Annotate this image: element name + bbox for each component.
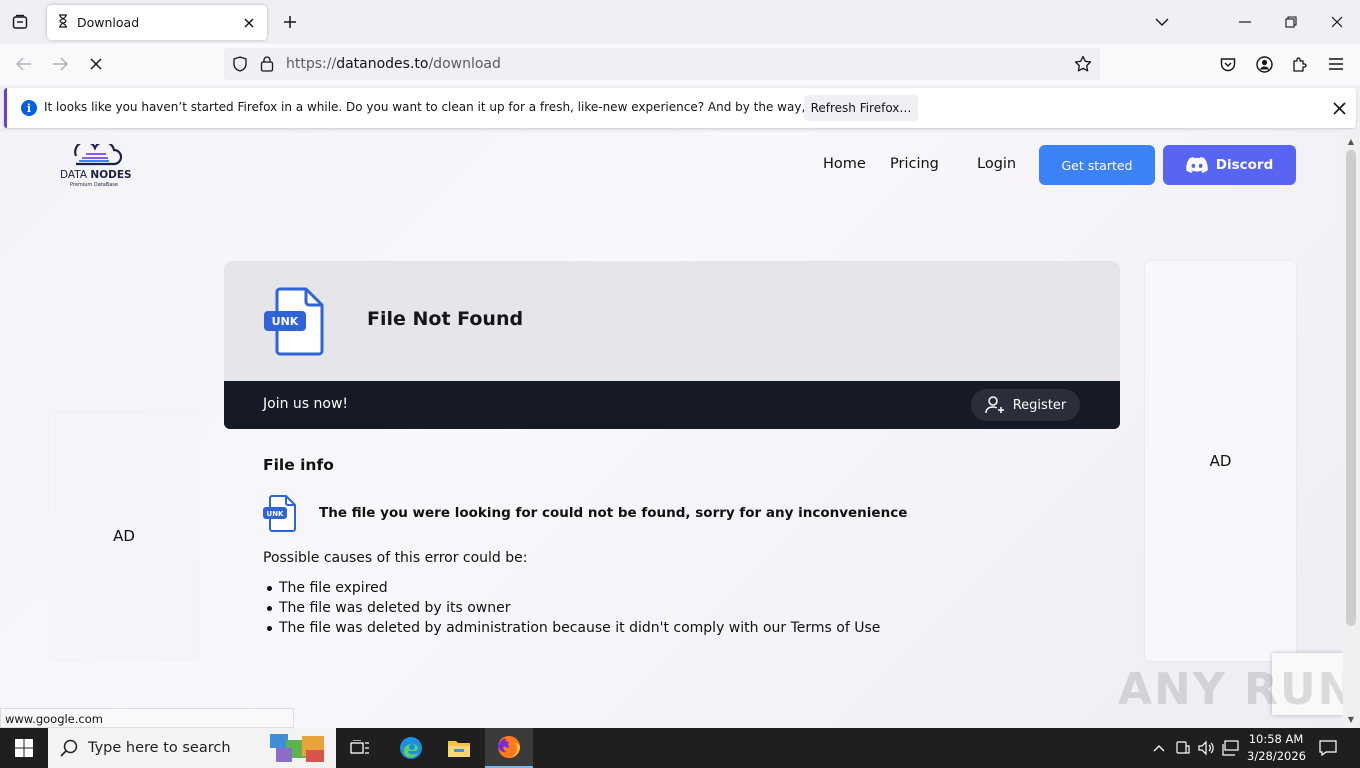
nav-login[interactable]: Login	[977, 156, 1016, 172]
anyrun-watermark: ANY RUN	[1118, 664, 1343, 715]
url-prefix: https://	[286, 56, 337, 72]
url-bar[interactable]: https://datanodes.to/download	[224, 48, 1100, 80]
pocket-icon[interactable]	[1216, 52, 1240, 76]
register-button[interactable]: Register	[971, 389, 1080, 421]
close-window-icon[interactable]	[1325, 10, 1349, 34]
scrollbar-thumb[interactable]	[1346, 150, 1356, 626]
list-item: The file was deleted by administration b…	[263, 618, 880, 638]
refresh-firefox-button[interactable]: Refresh Firefox…	[804, 95, 918, 121]
ad-left-label: AD	[113, 527, 135, 545]
file-unknown-icon: UNK	[264, 287, 324, 356]
search-icon	[60, 739, 78, 761]
clock-time: 10:58 AM	[1248, 732, 1304, 746]
ad-right[interactable]: AD	[1145, 261, 1296, 661]
file-badge-text: UNK	[272, 315, 299, 328]
file-explorer-icon[interactable]	[435, 728, 483, 768]
causes-list: The file expired The file was deleted by…	[263, 578, 880, 638]
search-placeholder: Type here to search	[88, 740, 231, 756]
get-started-button[interactable]: Get started	[1039, 145, 1155, 185]
url-text: https://datanodes.to/download	[286, 56, 501, 72]
causes-heading: Possible causes of this error could be:	[263, 550, 528, 566]
new-tab-icon[interactable]	[280, 12, 300, 32]
scroll-up-icon[interactable]: ▲	[1346, 136, 1356, 146]
search-highlight-icon	[266, 730, 330, 768]
url-host: datanodes.to	[336, 56, 429, 72]
ad-right-label: AD	[1209, 452, 1232, 470]
firefox-view-icon[interactable]	[8, 11, 32, 33]
list-all-tabs-icon[interactable]	[1150, 10, 1174, 34]
join-text: Join us now!	[263, 396, 349, 412]
notifications-icon[interactable]	[1318, 738, 1338, 758]
nav-toolbar: https://datanodes.to/download	[0, 44, 1360, 85]
nav-home[interactable]: Home	[823, 156, 866, 172]
logo-text: DATA NODES	[60, 169, 132, 181]
lock-icon[interactable]	[260, 55, 274, 76]
add-user-icon	[984, 396, 1004, 414]
scroll-down-icon[interactable]: ▼	[1346, 714, 1356, 724]
firefox-taskbar-icon[interactable]	[485, 728, 533, 768]
tab-title: Download	[77, 15, 140, 30]
clock-date: 3/28/2026	[1247, 749, 1306, 763]
stop-loading-icon[interactable]	[84, 52, 108, 76]
ad-left[interactable]: AD	[49, 412, 199, 660]
taskbar-clock[interactable]: 10:58 AM 3/28/2026	[1247, 731, 1306, 765]
taskbar-search[interactable]: Type here to search	[48, 728, 336, 768]
maximize-icon[interactable]	[1279, 10, 1303, 34]
windows-start-icon[interactable]	[0, 728, 48, 768]
edge-icon[interactable]	[387, 728, 435, 768]
file-info-heading: File info	[263, 456, 334, 474]
bookmark-star-icon[interactable]	[1074, 55, 1092, 77]
logo-main: DATA	[60, 169, 88, 181]
task-view-icon[interactable]	[336, 728, 384, 768]
page-title: File Not Found	[367, 308, 524, 330]
logo-subtitle: Premium DataBase	[70, 182, 118, 188]
file-card-header: UNK File Not Found	[224, 261, 1120, 381]
shield-icon[interactable]	[232, 56, 248, 76]
file-unknown-small-icon: UNK	[263, 495, 296, 532]
url-path: /download	[428, 56, 501, 72]
site-logo[interactable]: DATA NODES Premium DataBase	[58, 144, 134, 188]
close-tab-icon[interactable]	[241, 15, 257, 31]
file-badge-small-text: UNK	[267, 510, 285, 518]
logo-bold: NODES	[90, 169, 132, 181]
close-notification-icon[interactable]	[1329, 98, 1349, 118]
forward-icon[interactable]	[48, 52, 72, 76]
list-item: The file was deleted by its owner	[263, 598, 880, 618]
back-icon[interactable]	[12, 52, 36, 76]
extensions-icon[interactable]	[1288, 52, 1312, 76]
join-bar: Join us now! Register	[224, 381, 1120, 429]
cloud-logo-icon	[74, 144, 122, 166]
status-url: www.google.com	[0, 708, 294, 728]
discord-button[interactable]: Discord	[1163, 145, 1296, 185]
info-icon: i	[21, 100, 37, 116]
account-icon[interactable]	[1252, 52, 1276, 76]
web-page: DATA NODES Premium DataBase Home Pricing…	[0, 132, 1343, 728]
network-icon[interactable]	[1173, 738, 1193, 758]
nav-pricing[interactable]: Pricing	[890, 156, 939, 172]
volume-icon[interactable]	[1197, 738, 1217, 758]
tab-download[interactable]: Download	[47, 5, 267, 40]
display-icon[interactable]	[1221, 738, 1241, 758]
tab-strip: Download	[0, 0, 1360, 44]
not-found-message: The file you were looking for could not …	[319, 505, 908, 521]
notification-message: It looks like you haven’t started Firefo…	[44, 100, 900, 114]
discord-label: Discord	[1215, 157, 1274, 173]
discord-icon	[1186, 157, 1208, 173]
notification-bar: i It looks like you haven’t started Fire…	[4, 88, 1356, 128]
register-label: Register	[1012, 397, 1067, 413]
menu-icon[interactable]	[1324, 52, 1348, 76]
list-item: The file expired	[263, 578, 880, 598]
hourglass-icon	[57, 13, 69, 32]
tray-chevron-icon[interactable]	[1149, 738, 1169, 758]
taskbar: Type here to search 10:58 AM 3/28/2026	[0, 728, 1360, 768]
minimize-icon[interactable]	[1233, 10, 1257, 34]
